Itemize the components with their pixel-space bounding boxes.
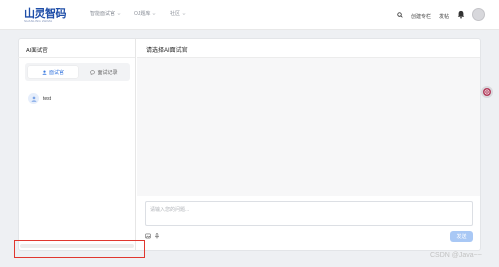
tab-interview-records[interactable]: 面试记录: [79, 66, 129, 78]
logo[interactable]: 山灵智码 SHANLING ZHIMA: [24, 7, 67, 23]
publish-link[interactable]: 发帖: [439, 13, 449, 20]
nav-item-label: 智能面试官: [90, 11, 116, 17]
assistant-icon: [484, 89, 490, 95]
logo-text: 山灵智码: [24, 7, 67, 20]
sidebar-title: AI面试官: [26, 48, 48, 54]
user-avatar[interactable]: [472, 8, 485, 21]
chat-bubble-icon: [90, 69, 96, 75]
image-icon[interactable]: [145, 233, 151, 239]
tab-label: 面试记录: [97, 69, 118, 76]
nav-item-label: OJ题库: [134, 11, 151, 17]
search-icon[interactable]: [397, 12, 403, 18]
chat-input[interactable]: 请输入您的问题...: [145, 201, 473, 226]
top-navbar: 山灵智码 SHANLING ZHIMA 智能面试官 OJ题库 社区 创建专栏 发…: [0, 0, 499, 30]
creator-center-link[interactable]: 创建专栏: [411, 13, 431, 20]
floating-assistant-icon[interactable]: [481, 86, 493, 98]
nav-item-community[interactable]: 社区: [170, 10, 186, 17]
nav-item-oj[interactable]: OJ题库: [134, 10, 156, 17]
chevron-down-icon: [182, 12, 186, 15]
watermark: CSDN @Java~~: [430, 252, 482, 259]
nav-item-label: 社区: [170, 11, 181, 17]
user-icon: [31, 96, 36, 102]
logo-subtext: SHANLING ZHIMA: [24, 19, 53, 23]
interviewer-sidebar: AI面试官 面试官 面试记录 test: [18, 38, 136, 251]
nav-item-ai-interviewer[interactable]: 智能面试官: [90, 10, 121, 17]
chat-message-area: [137, 58, 480, 196]
interviewer-name: test: [43, 95, 52, 102]
sidebar-tabs: 面试官 面试记录: [25, 63, 130, 81]
user-icon: [42, 70, 47, 75]
tab-interviewer[interactable]: 面试官: [28, 66, 78, 78]
interviewer-list-item[interactable]: test: [28, 93, 51, 104]
bell-icon[interactable]: [457, 10, 465, 19]
chevron-down-icon: [153, 12, 156, 15]
divider: [18, 57, 135, 58]
microphone-icon[interactable]: [154, 233, 160, 239]
avatar: [28, 93, 39, 104]
chevron-down-icon: [117, 12, 121, 15]
send-button[interactable]: 发送: [450, 231, 473, 242]
annotation-highlight-box: [14, 240, 145, 258]
tab-label: 面试官: [48, 69, 64, 76]
chat-title: 请选择AI面试官: [146, 48, 188, 54]
